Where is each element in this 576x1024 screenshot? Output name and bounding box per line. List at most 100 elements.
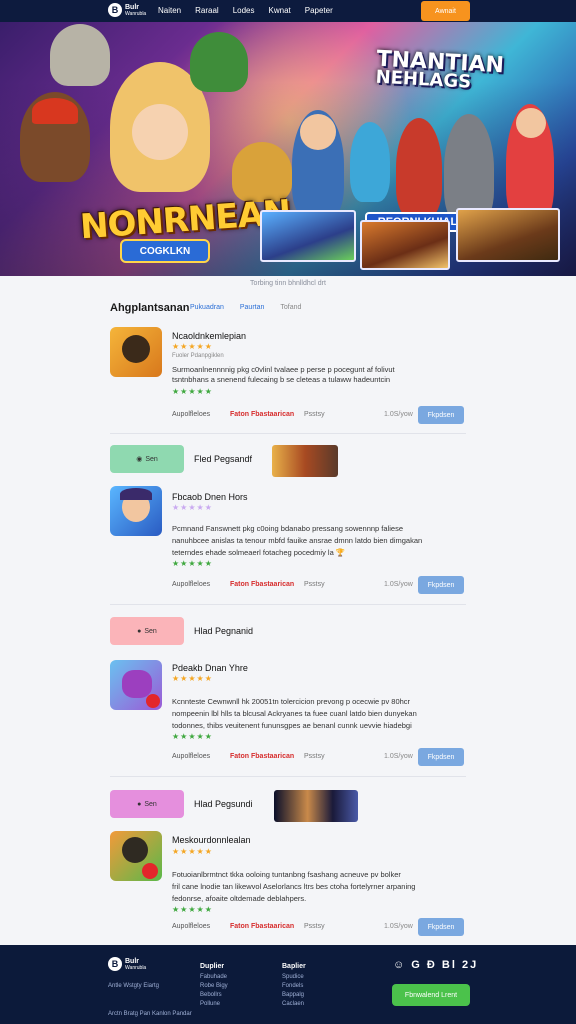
hero-thumb-1[interactable] [260, 210, 356, 262]
app-name[interactable]: Pdeakb Dnan Yhre [172, 663, 248, 673]
footer: B Bulr Wanrubla Antle Wstgty Eiartg Arct… [0, 945, 576, 1024]
app-icon-monster-icon[interactable] [110, 660, 162, 710]
app-card-3[interactable]: Pdeakb Dnan Yhre ★★★★★ Kcnnteste Cewnwnl… [110, 660, 466, 770]
app-desc-line3: fedonrse, afoaite oltdemade deblahpers. [172, 894, 307, 903]
footer-link[interactable]: Pollune [200, 1001, 228, 1007]
hero-thumb-2[interactable] [360, 220, 450, 270]
footer-link[interactable]: Fabuhade [200, 974, 228, 980]
promo-label[interactable]: Fled Pegsandf [194, 454, 252, 464]
app-desc-line1: Kcnnteste Cewnwnll hk 20051tn tolercicio… [172, 697, 411, 706]
promo-label[interactable]: Hlad Pegsundi [194, 799, 253, 809]
nav-link-4[interactable]: Kwnat [269, 6, 291, 15]
app-subline: Fuoler Pdanpgiklen [172, 353, 224, 359]
app-desc-line2: nompeenin lbl hlls ta blcusal Ackryanes … [172, 709, 417, 718]
meta-type: Psstsy [304, 581, 325, 588]
footer-tagline: Antle Wstgty Eiartg [108, 983, 160, 989]
footer-cta-button[interactable]: Fbnwalend Lrent [392, 984, 470, 1006]
nav-links: Naiten Raraal Lodes Kwnat Papeter [158, 6, 333, 15]
rating-stars: ★★★★★ [172, 847, 213, 856]
footer-link[interactable]: Bebollrs [200, 992, 228, 998]
divider [110, 604, 466, 605]
nav-cta-button[interactable]: Awnait [421, 1, 470, 21]
tab-1[interactable]: Pukuadran [190, 304, 224, 311]
character-alien-icon [350, 122, 390, 202]
meta-category[interactable]: Faton Fbastaarican [230, 923, 294, 930]
app-desc-line1: Pcmnand Fanswnett pkg c0oing bdanabo pre… [172, 524, 403, 533]
footer-logo-mark-icon: B [108, 957, 122, 971]
meta-developer[interactable]: Aupolfleloes [172, 753, 210, 760]
footer-logo-subtext: Wanrubla [125, 964, 147, 971]
character-ogre-icon [50, 24, 110, 86]
rating-stars-secondary: ★★★★★ [172, 905, 213, 914]
download-button[interactable]: Fkpdsen [418, 406, 464, 424]
logo-subtext: Wanrubla [125, 10, 147, 17]
download-button[interactable]: Fkpdsen [418, 576, 464, 594]
character-helmet-icon [32, 98, 78, 124]
download-button[interactable]: Fkpdsen [418, 748, 464, 766]
meta-category[interactable]: Faton Fbastaarican [230, 581, 294, 588]
top-nav: B Bulr Wanrubla Naiten Raraal Lodes Kwna… [0, 0, 576, 22]
meta-row: Aupolfleloes Faton Fbastaarican Psstsy 1… [172, 918, 466, 936]
hero-title-right: TNANTIAN NEHLAGS [375, 47, 504, 94]
meta-developer[interactable]: Aupolfleloes [172, 411, 210, 418]
promo-thumb[interactable] [274, 790, 358, 822]
tab-2[interactable]: Paurtan [240, 304, 265, 311]
app-desc-line2: fril cane lnodie tan likewvol Aselorlanc… [172, 882, 416, 891]
meta-category[interactable]: Faton Fbastaarican [230, 753, 294, 760]
hero-subtitle-left[interactable]: COGKLKN [120, 239, 210, 263]
rating-stars-secondary: ★★★★★ [172, 732, 213, 741]
app-name[interactable]: Meskourdonnlealan [172, 835, 251, 845]
footer-logo[interactable]: B Bulr Wanrubla [108, 957, 146, 971]
hero-banner[interactable]: NONRNEAN COGKLKN TNANTIAN NEHLAGS REORNI… [0, 22, 576, 276]
footer-link[interactable]: Spudice [282, 974, 306, 980]
app-desc-line2: nanuhbcee anislas ta tenour mbfd fauike … [172, 536, 423, 545]
app-desc-line1: Surmoanlnennnnig pkg c0vlinl tvalaee p p… [172, 365, 395, 374]
meta-size: 1.0S/yow [384, 753, 413, 760]
promo-pill-button[interactable]: ● Sen [110, 617, 184, 645]
logo-text: Bulr [125, 3, 139, 11]
promo-pill-button[interactable]: ● Sen [110, 790, 184, 818]
character-dragon-icon [190, 32, 248, 92]
footer-link[interactable]: Caclaen [282, 1001, 306, 1007]
promo-row-2: ● Sen Hlad Pegnanid [110, 617, 466, 645]
meta-developer[interactable]: Aupolfleloes [172, 581, 210, 588]
rating-stars: ★★★★★ [172, 503, 213, 512]
divider [110, 776, 466, 777]
footer-logo-text: Bulr [125, 957, 139, 965]
footer-link[interactable]: Bappalg [282, 992, 306, 998]
app-icon-boy-icon[interactable] [110, 486, 162, 536]
footer-link[interactable]: Robe Bigy [200, 983, 228, 989]
rating-stars: ★★★★★ [172, 674, 213, 683]
tab-3[interactable]: Tofand [280, 304, 301, 311]
app-name[interactable]: Ncaoldnkemlepian [172, 331, 246, 341]
app-card-1[interactable]: Ncaoldnkemlepian ★★★★★ Fuoler Pdanpgikle… [110, 327, 466, 427]
promo-row-1: ◉ Sen Fled Pegsandf [110, 445, 466, 477]
promo-pill-button[interactable]: ◉ Sen [110, 445, 184, 473]
nav-link-3[interactable]: Lodes [233, 6, 255, 15]
app-icon-soldier-green-icon[interactable] [110, 831, 162, 881]
promo-pill-icon: ● [137, 627, 142, 635]
promo-pill-label: Sen [145, 455, 158, 463]
app-icon-soldier-icon[interactable] [110, 327, 162, 377]
meta-category[interactable]: Faton Fbastaarican [230, 411, 294, 418]
nav-link-1[interactable]: Naiten [158, 6, 181, 15]
hero-caption: Torbing tinn bhnlldhcl drt [250, 280, 326, 287]
app-name[interactable]: Fbcaob Dnen Hors [172, 492, 248, 502]
promo-pill-icon: ● [137, 800, 142, 808]
nav-link-5[interactable]: Papeter [305, 6, 333, 15]
meta-developer[interactable]: Aupolfleloes [172, 923, 210, 930]
social-icons[interactable]: ☺ G Ð Bl 2J [393, 959, 478, 971]
nav-link-2[interactable]: Raraal [195, 6, 219, 15]
promo-thumb[interactable] [272, 445, 338, 477]
meta-size: 1.0S/yow [384, 411, 413, 418]
footer-column-2: Baplier Spudice Fondels Bappalg Caclaen [282, 963, 306, 1010]
app-card-4[interactable]: Meskourdonnlealan ★★★★★ Fotuoianlbrmtnct… [110, 830, 466, 940]
hero-thumb-3[interactable] [456, 208, 560, 262]
download-button[interactable]: Fkpdsen [418, 918, 464, 936]
footer-link[interactable]: Fondels [282, 983, 306, 989]
app-card-2[interactable]: Fbcaob Dnen Hors ★★★★★ Pcmnand Fanswnett… [110, 486, 466, 598]
section-title: Ahgplantsanan [110, 302, 190, 314]
site-logo[interactable]: B Bulr Wanrubla [108, 3, 146, 17]
promo-label[interactable]: Hlad Pegnanid [194, 626, 253, 636]
footer-col-heading: Baplier [282, 963, 306, 970]
